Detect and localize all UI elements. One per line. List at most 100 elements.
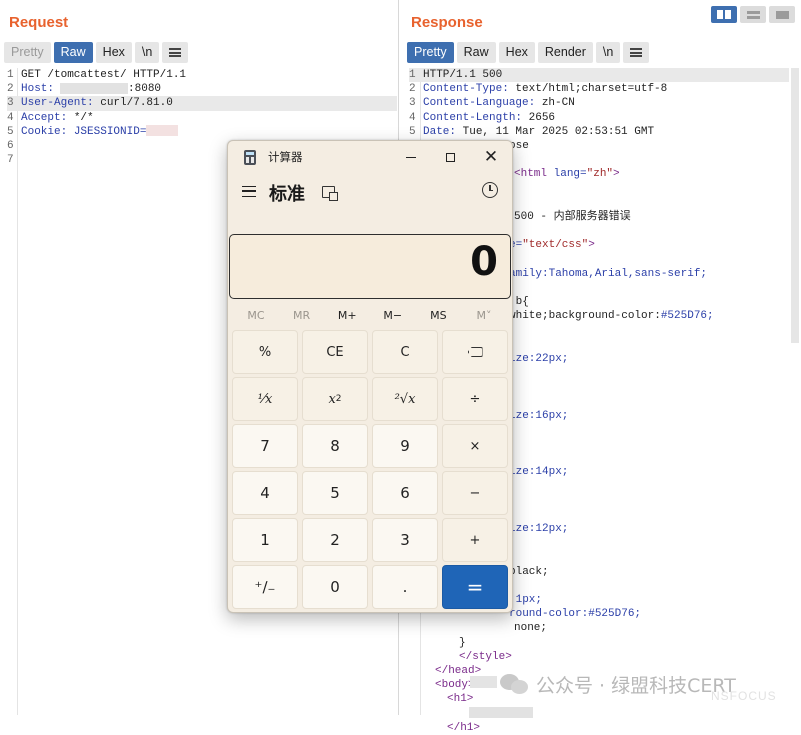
divide-button[interactable]: ÷ bbox=[442, 377, 508, 421]
menu-icon bbox=[630, 48, 643, 57]
watermark: 公众号 · 绿盟科技CERT bbox=[500, 668, 736, 700]
response-line: 5 Date: Tue, 11 Mar 2025 02:53:51 GMT bbox=[409, 125, 655, 138]
request-menu-button[interactable] bbox=[162, 42, 189, 63]
redacted-text bbox=[469, 707, 533, 719]
response-tab-newline[interactable]: \n bbox=[595, 42, 621, 63]
navigation-menu-icon[interactable] bbox=[242, 186, 256, 197]
response-title: Response bbox=[411, 14, 483, 31]
request-tab-hex[interactable]: Hex bbox=[95, 42, 132, 63]
maximize-button[interactable] bbox=[435, 147, 465, 167]
response-line: none; bbox=[514, 622, 548, 635]
tabs-layout-button[interactable] bbox=[769, 6, 795, 23]
digit-7-button[interactable]: 7 bbox=[232, 424, 298, 468]
response-line bbox=[409, 707, 789, 721]
square-button[interactable]: x2 bbox=[302, 377, 368, 421]
columns-icon bbox=[717, 10, 723, 19]
negate-button[interactable]: ⁺∕₋ bbox=[232, 565, 298, 609]
response-line: 3 Content-Language: zh-CN bbox=[409, 97, 575, 110]
request-line: 4 Accept: */* bbox=[7, 111, 94, 124]
backspace-icon bbox=[467, 347, 483, 357]
add-button[interactable]: + bbox=[442, 518, 508, 562]
layout-switch bbox=[711, 6, 795, 23]
request-line: 1 GET /tomcattest/ HTTP/1.1 bbox=[7, 69, 187, 81]
columns-icon-part bbox=[725, 10, 731, 19]
digit-0-button[interactable]: 0 bbox=[302, 565, 368, 609]
clear-entry-button[interactable]: CE bbox=[302, 330, 368, 374]
response-tab-raw[interactable]: Raw bbox=[456, 42, 496, 63]
memory-recall-button[interactable]: MR bbox=[280, 307, 324, 325]
calculator-app-icon bbox=[244, 150, 256, 165]
side-by-side-layout-button[interactable] bbox=[711, 6, 737, 23]
watermark-blur bbox=[470, 676, 497, 688]
response-line: 4 Content-Length: 2656 bbox=[409, 111, 556, 124]
redacted-host bbox=[60, 82, 129, 94]
subtract-button[interactable]: − bbox=[442, 471, 508, 515]
response-line: 2 Content-Type: text/html;charset=utf-8 bbox=[409, 83, 668, 96]
digit-8-button[interactable]: 8 bbox=[302, 424, 368, 468]
calculator-display: 0 bbox=[229, 234, 511, 299]
calculator-window-title: 计算器 bbox=[268, 150, 303, 164]
memory-row: MC MR M+ M− MS M˅ bbox=[234, 307, 506, 325]
response-editor[interactable]: 1 HTTP/1.1 500 2 Content-Type: text/html;c… bbox=[409, 68, 789, 139]
maximize-icon bbox=[445, 152, 455, 162]
rows-icon bbox=[746, 10, 760, 14]
calculator-keypad: % CE C ¹⁄x x2 ²√x ÷ 7 8 9 × 4 5 6 − 1 2 … bbox=[232, 330, 510, 609]
keep-on-top-icon[interactable] bbox=[322, 186, 338, 201]
history-icon[interactable] bbox=[482, 182, 498, 198]
square-root-button[interactable]: ²√x bbox=[372, 377, 438, 421]
calculator-header: 标准 bbox=[228, 177, 512, 211]
response-line: 1 HTTP/1.1 500 bbox=[409, 68, 789, 83]
response-tabbar: Pretty Raw Hex Render \n bbox=[407, 42, 650, 63]
response-scrollbar[interactable] bbox=[791, 68, 799, 343]
response-menu-button[interactable] bbox=[623, 42, 650, 63]
request-line: 5 Cookie: JSESSIONID= bbox=[7, 125, 397, 139]
percent-button[interactable]: % bbox=[232, 330, 298, 374]
response-tab-render[interactable]: Render bbox=[537, 42, 593, 63]
wechat-logo-icon bbox=[500, 672, 530, 696]
response-line: </h1> bbox=[447, 721, 481, 734]
close-button[interactable]: ✕ bbox=[476, 147, 506, 167]
equals-button[interactable]: = bbox=[442, 565, 508, 609]
response-tab-hex[interactable]: Hex bbox=[498, 42, 535, 63]
memory-store-button[interactable]: MS bbox=[416, 307, 460, 325]
digit-2-button[interactable]: 2 bbox=[302, 518, 368, 562]
calculator-window: 计算器 ✕ 标准 0 MC MR M+ M− MS M˅ % CE C ¹⁄x … bbox=[227, 140, 513, 613]
response-tab-pretty[interactable]: Pretty bbox=[407, 42, 454, 63]
menu-icon bbox=[169, 48, 182, 57]
digit-5-button[interactable]: 5 bbox=[302, 471, 368, 515]
request-title: Request bbox=[9, 14, 69, 31]
memory-list-button[interactable]: M˅ bbox=[462, 307, 506, 325]
minimize-icon bbox=[406, 156, 416, 158]
memory-add-button[interactable]: M+ bbox=[325, 307, 369, 325]
watermark-text: 公众号 · 绿盟科技CERT bbox=[536, 674, 736, 697]
single-pane-icon bbox=[775, 10, 789, 19]
digit-1-button[interactable]: 1 bbox=[232, 518, 298, 562]
response-line: } bbox=[459, 636, 466, 649]
decimal-button[interactable]: . bbox=[372, 565, 438, 609]
response-line: </style> bbox=[459, 650, 512, 663]
calculator-titlebar[interactable]: 计算器 ✕ bbox=[228, 141, 512, 173]
stacked-layout-button[interactable] bbox=[740, 6, 766, 23]
clear-button[interactable]: C bbox=[372, 330, 438, 374]
reciprocal-button[interactable]: ¹⁄x bbox=[232, 377, 298, 421]
rows-icon-part bbox=[746, 15, 760, 19]
calculator-mode-title: 标准 bbox=[269, 184, 305, 205]
request-tabbar: Pretty Raw Hex \n bbox=[4, 42, 189, 63]
memory-clear-button[interactable]: MC bbox=[234, 307, 278, 325]
digit-4-button[interactable]: 4 bbox=[232, 471, 298, 515]
backspace-button[interactable] bbox=[442, 330, 508, 374]
redacted-session bbox=[146, 125, 179, 137]
request-tab-pretty[interactable]: Pretty bbox=[4, 42, 51, 63]
digit-9-button[interactable]: 9 bbox=[372, 424, 438, 468]
request-line: 2 Host::8080 bbox=[7, 82, 162, 96]
multiply-button[interactable]: × bbox=[442, 424, 508, 468]
display-value: 0 bbox=[470, 239, 498, 285]
memory-subtract-button[interactable]: M− bbox=[371, 307, 415, 325]
request-tab-raw[interactable]: Raw bbox=[53, 42, 93, 63]
request-line: 3 User-Agent: curl/7.81.0 bbox=[7, 96, 397, 111]
watermark-subtext: NSFOCUS bbox=[711, 689, 777, 703]
digit-3-button[interactable]: 3 bbox=[372, 518, 438, 562]
minimize-button[interactable] bbox=[396, 147, 426, 167]
request-tab-newline[interactable]: \n bbox=[134, 42, 160, 63]
digit-6-button[interactable]: 6 bbox=[372, 471, 438, 515]
